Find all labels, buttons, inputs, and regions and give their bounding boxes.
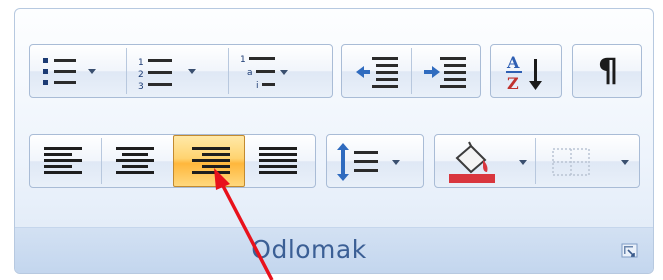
red-arrow-pointer — [214, 168, 274, 280]
